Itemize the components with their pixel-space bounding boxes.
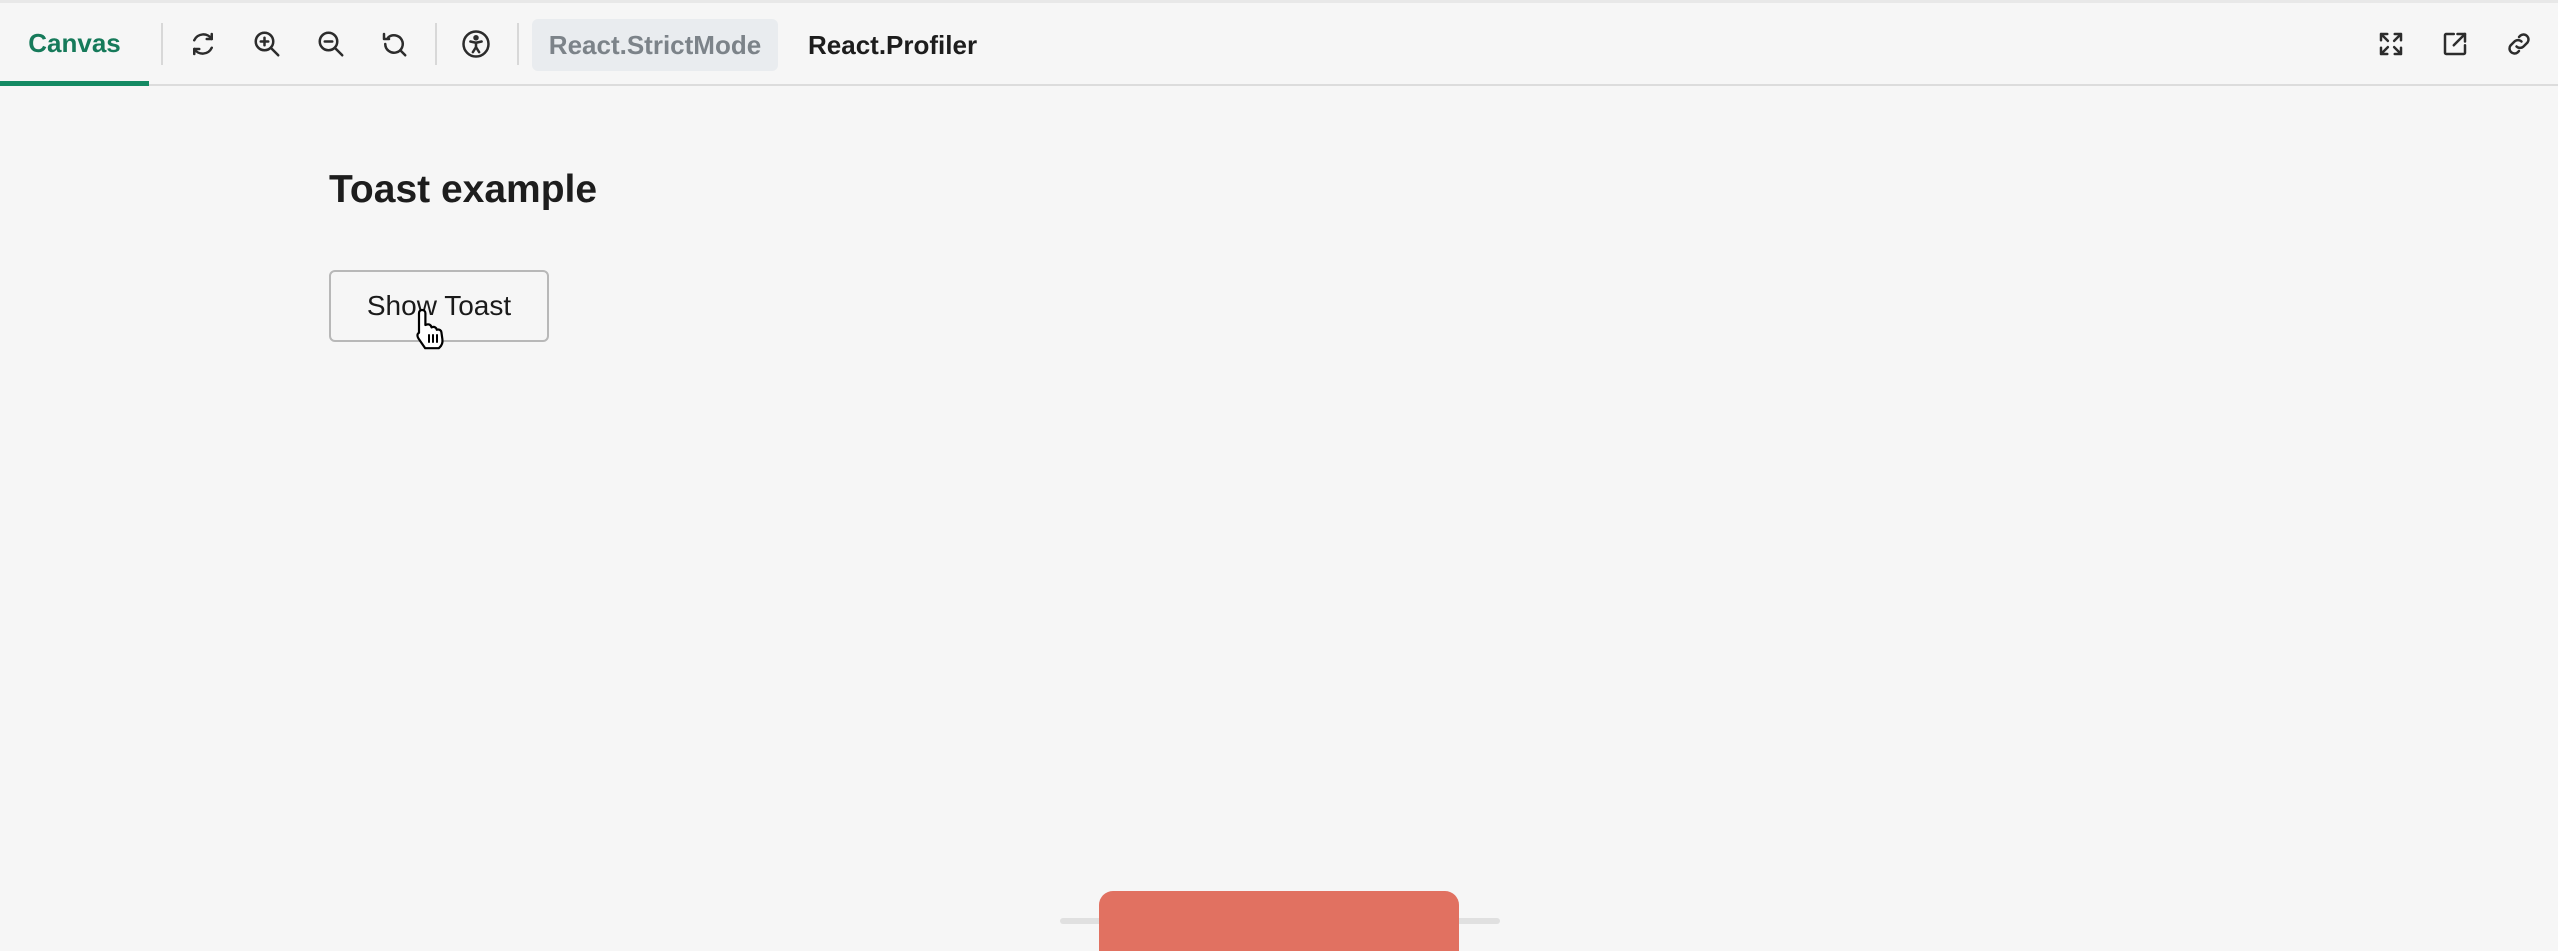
tab-canvas[interactable]: Canvas (0, 3, 149, 86)
react-profiler-label: React.Profiler (808, 29, 978, 60)
open-new-tab-icon (2443, 32, 2467, 56)
react-profiler-tag[interactable]: React.Profiler (794, 19, 991, 71)
toast-notification[interactable] (1099, 891, 1459, 951)
toolbar-divider (161, 23, 163, 65)
page-title: Toast example (329, 168, 598, 211)
storybook-toolbar: Canvas React.StrictMode React.Profiler (0, 0, 2558, 86)
zoom-in-button[interactable] (247, 24, 287, 64)
zoom-out-icon (318, 31, 344, 57)
react-strictmode-tag[interactable]: React.StrictMode (532, 19, 778, 71)
accessibility-icon (462, 30, 490, 58)
zoom-in-icon (254, 31, 280, 57)
copy-link-button[interactable] (2499, 24, 2539, 64)
reset-zoom-icon (382, 32, 407, 57)
tab-canvas-label: Canvas (28, 28, 121, 58)
accessibility-button[interactable] (456, 24, 496, 64)
reload-button[interactable] (183, 24, 223, 64)
copy-link-icon (2508, 33, 2530, 55)
react-strictmode-label: React.StrictMode (548, 29, 762, 60)
show-toast-button[interactable]: Show Toast (329, 270, 549, 342)
fullscreen-icon (2379, 32, 2403, 56)
reset-zoom-button[interactable] (374, 24, 414, 64)
toolbar-divider (517, 23, 519, 65)
fullscreen-button[interactable] (2371, 24, 2411, 64)
show-toast-label: Show Toast (366, 290, 512, 321)
zoom-out-button[interactable] (311, 24, 351, 64)
open-new-tab-button[interactable] (2435, 24, 2475, 64)
reload-icon (193, 32, 213, 56)
toolbar-divider (435, 23, 437, 65)
